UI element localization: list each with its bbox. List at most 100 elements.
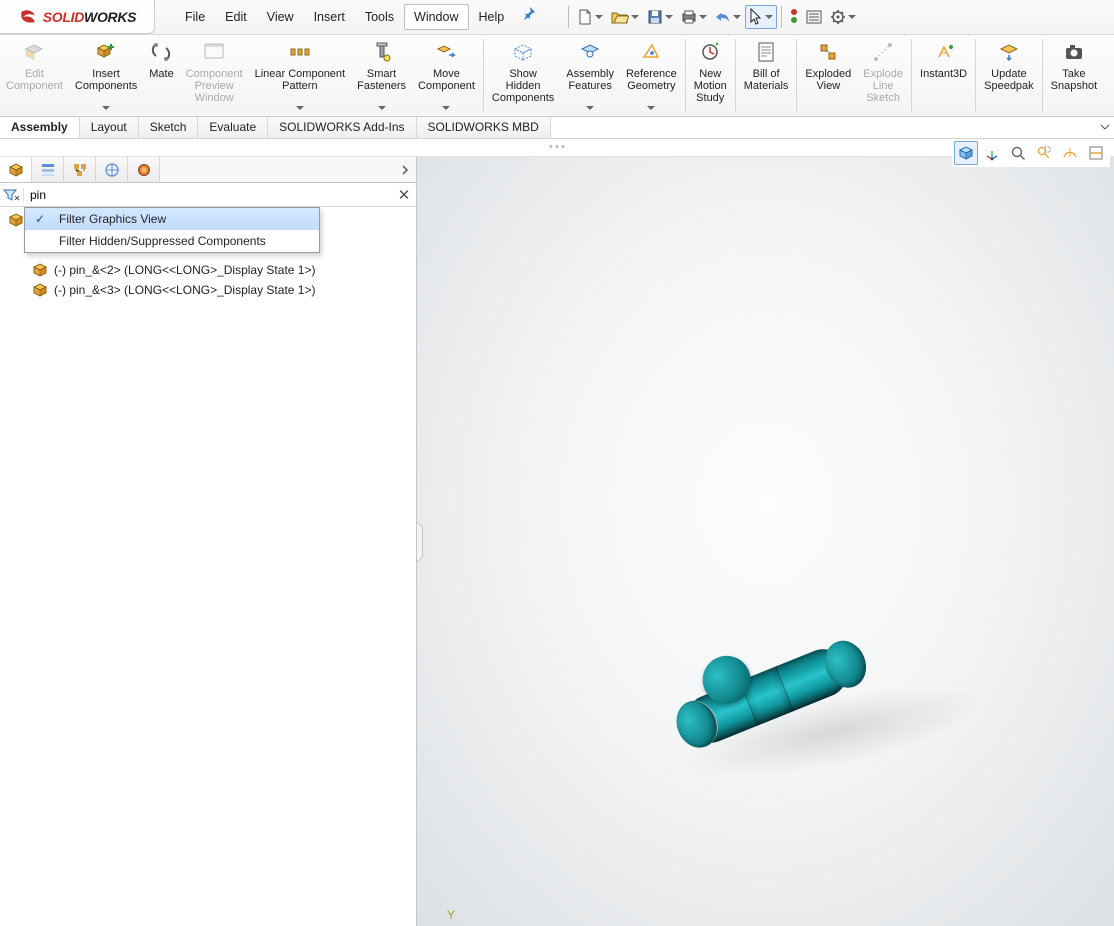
- insert-components-button[interactable]: InsertComponents: [69, 35, 143, 116]
- move-component-button[interactable]: MoveComponent: [412, 35, 481, 116]
- part-icon: [32, 262, 48, 278]
- explode-line-sketch-icon: [872, 40, 894, 64]
- feature-manager-tab[interactable]: [0, 157, 32, 182]
- component-preview-window-button: ComponentPreviewWindow: [180, 35, 249, 116]
- graphics-viewport[interactable]: Y: [417, 157, 1114, 926]
- update-speedpak-button[interactable]: UpdateSpeedpak: [978, 35, 1040, 116]
- menu-tools[interactable]: Tools: [355, 4, 404, 30]
- triad-icon[interactable]: [980, 141, 1004, 165]
- display-manager-tab[interactable]: [128, 157, 160, 182]
- heads-up-view-toolbar: [952, 139, 1110, 167]
- mate-icon: [150, 40, 172, 64]
- instant3d-button[interactable]: Instant3D: [914, 35, 973, 116]
- linear-component-pattern-button[interactable]: Linear ComponentPattern: [249, 35, 352, 116]
- print-button[interactable]: [677, 6, 711, 28]
- command-ribbon: EditComponentInsertComponentsMateCompone…: [0, 35, 1114, 117]
- panel-grip[interactable]: [0, 139, 1114, 157]
- feature-tree: p ✓Filter Graphics ViewFilter Hidden/Sup…: [0, 207, 416, 306]
- command-tabs: AssemblyLayoutSketchEvaluateSOLIDWORKS A…: [0, 117, 1114, 139]
- options-list-button[interactable]: [802, 6, 826, 28]
- settings-button[interactable]: [826, 6, 860, 28]
- splitter-handle[interactable]: [417, 522, 423, 562]
- display-style-icon[interactable]: [1058, 141, 1082, 165]
- take-snapshot-icon: [1063, 40, 1085, 64]
- part-icon: [32, 282, 48, 298]
- new-motion-study-button[interactable]: NewMotionStudy: [688, 35, 733, 116]
- reference-geometry-icon: [640, 40, 662, 64]
- feature-manager-panel: ✕ p ✓Filter Graphics ViewFilter Hidden/S…: [0, 157, 417, 926]
- clear-filter-icon[interactable]: ✕: [392, 186, 416, 204]
- manager-tabs-expand-icon[interactable]: [394, 157, 416, 182]
- tabs-options-icon[interactable]: [1100, 121, 1110, 135]
- tree-item-label: (-) pin_&<2> (LONG<<LONG>_Display State …: [54, 263, 315, 277]
- tab-solidworks-add-ins[interactable]: SOLIDWORKS Add-Ins: [268, 117, 416, 138]
- app-name: SOLIDWORKS: [43, 9, 136, 25]
- tab-evaluate[interactable]: Evaluate: [198, 117, 268, 138]
- edit-component-button: EditComponent: [0, 35, 69, 116]
- tree-item-label: (-) pin_&<3> (LONG<<LONG>_Display State …: [54, 283, 315, 297]
- check-icon: ✓: [31, 212, 49, 226]
- view-orientation-button[interactable]: [954, 141, 978, 165]
- insert-components-icon: [95, 40, 117, 64]
- linear-component-pattern-icon: [289, 40, 311, 64]
- tree-item[interactable]: (-) pin_&<2> (LONG<<LONG>_Display State …: [4, 260, 412, 280]
- quick-access-toolbar: [544, 0, 860, 34]
- new-motion-study-icon: [699, 40, 721, 64]
- exploded-view-icon: [817, 40, 839, 64]
- filter-option-label: Filter Hidden/Suppressed Components: [59, 234, 266, 248]
- filter-menu: ✓ Filter Graphics View Filter Hidden/Suppr…: [24, 207, 320, 253]
- assembly-features-button[interactable]: AssemblyFeatures: [560, 35, 620, 116]
- undo-button[interactable]: [711, 7, 745, 27]
- menu-bar: FileEditViewInsertToolsWindowHelp: [155, 0, 514, 34]
- filter-icon[interactable]: [0, 188, 24, 202]
- rebuild-button[interactable]: [786, 5, 802, 29]
- mate-button[interactable]: Mate: [143, 35, 179, 116]
- viewport-background: [417, 157, 1114, 926]
- filter-option-filter-hidden-suppressed-components[interactable]: Filter Hidden/Suppressed Components: [25, 230, 319, 252]
- tab-assembly[interactable]: Assembly: [0, 117, 80, 138]
- instant3d-icon: [933, 40, 955, 64]
- menu-file[interactable]: File: [175, 4, 215, 30]
- explode-line-sketch-button: ExplodeLineSketch: [857, 35, 909, 116]
- bill-of-materials-button[interactable]: Bill ofMaterials: [738, 35, 795, 116]
- save-button[interactable]: [643, 6, 677, 28]
- smart-fasteners-icon: [372, 40, 392, 64]
- bill-of-materials-icon: [756, 40, 776, 64]
- configuration-manager-tab[interactable]: [64, 157, 96, 182]
- open-document-button[interactable]: [607, 6, 643, 28]
- section-view-icon[interactable]: [1084, 141, 1108, 165]
- menu-help[interactable]: Help: [469, 4, 515, 30]
- new-document-button[interactable]: [573, 6, 607, 28]
- main-area: ✕ p ✓Filter Graphics ViewFilter Hidden/S…: [0, 157, 1114, 926]
- tab-solidworks-mbd[interactable]: SOLIDWORKS MBD: [417, 117, 551, 138]
- update-speedpak-icon: [998, 40, 1020, 64]
- title-bar: SOLIDWORKS FileEditViewInsertToolsWindow…: [0, 0, 1114, 35]
- zoom-fit-icon[interactable]: [1006, 141, 1030, 165]
- filter-option-filter-graphics-view[interactable]: ✓ Filter Graphics View: [25, 208, 319, 230]
- tab-layout[interactable]: Layout: [80, 117, 139, 138]
- property-manager-tab[interactable]: [32, 157, 64, 182]
- assembly-features-icon: [579, 40, 601, 64]
- smart-fasteners-button[interactable]: SmartFasteners: [351, 35, 412, 116]
- solidworks-logo-icon: [18, 7, 38, 27]
- exploded-view-button[interactable]: ExplodedView: [799, 35, 857, 116]
- menu-edit[interactable]: Edit: [215, 4, 257, 30]
- menu-view[interactable]: View: [257, 4, 304, 30]
- show-hidden-components-button[interactable]: ShowHiddenComponents: [486, 35, 560, 116]
- filter-input[interactable]: [24, 185, 392, 205]
- edit-component-icon: [23, 40, 45, 64]
- dimxpert-manager-tab[interactable]: [96, 157, 128, 182]
- menu-window[interactable]: Window: [404, 4, 468, 30]
- pin-menu-icon[interactable]: [514, 0, 544, 34]
- reference-geometry-button[interactable]: ReferenceGeometry: [620, 35, 683, 116]
- filter-option-label: Filter Graphics View: [59, 212, 166, 226]
- zoom-area-icon[interactable]: [1032, 141, 1056, 165]
- assembly-icon: [8, 212, 24, 228]
- take-snapshot-button[interactable]: TakeSnapshot: [1045, 35, 1103, 116]
- axis-label: Y: [447, 908, 455, 922]
- menu-insert[interactable]: Insert: [304, 4, 355, 30]
- tab-sketch[interactable]: Sketch: [139, 117, 199, 138]
- select-tool-button[interactable]: [745, 5, 777, 29]
- manager-tabs: [0, 157, 416, 183]
- tree-item[interactable]: (-) pin_&<3> (LONG<<LONG>_Display State …: [4, 280, 412, 300]
